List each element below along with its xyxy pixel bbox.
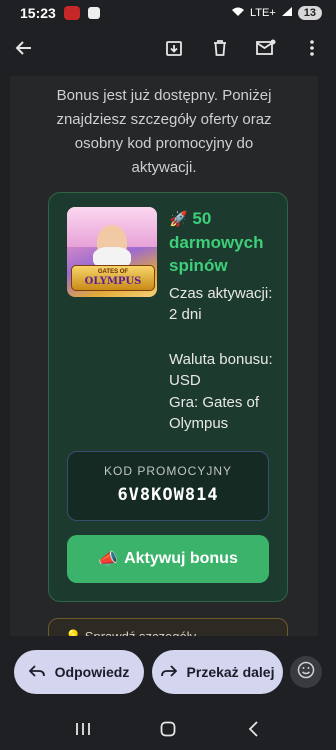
battery-indicator: 13: [297, 6, 322, 20]
promo-code[interactable]: 6V8KOW814: [68, 485, 268, 505]
home-icon[interactable]: [153, 714, 183, 744]
megaphone-icon: 📣: [98, 551, 119, 568]
archive-icon[interactable]: [160, 34, 188, 62]
rocket-icon: 🚀: [169, 211, 188, 228]
promo-label: KOD PROMOCYJNY: [103, 464, 232, 478]
status-bar: 15:23 LTE+ 13: [0, 0, 336, 26]
smiley-icon: [297, 661, 315, 684]
intro-text: Bonus jest już dostępny. Poniżej znajdzi…: [56, 87, 272, 176]
network-label: LTE+: [249, 7, 276, 19]
game-logo: GATES OF OLYMPUS: [71, 265, 155, 291]
forward-label: Przekaż dalej: [186, 664, 275, 680]
more-options-icon[interactable]: [298, 34, 326, 62]
reply-action-bar: Odpowiedz Przekaż dalej: [0, 638, 336, 708]
system-nav-bar: [0, 708, 336, 750]
signal-icon: [281, 6, 293, 20]
bonus-currency: Waluta bonusu: USD: [169, 351, 273, 389]
back-arrow-icon[interactable]: [10, 34, 38, 62]
forward-button[interactable]: Przekaż dalej: [152, 650, 283, 694]
android-notification-icon: [87, 7, 100, 19]
activate-bonus-label: Aktywuj bonus: [124, 550, 238, 567]
status-time: 15:23: [20, 5, 56, 21]
recent-apps-icon[interactable]: [68, 714, 98, 744]
emoji-reaction-button[interactable]: [290, 656, 322, 688]
forward-icon: [160, 664, 177, 681]
activate-bonus-button[interactable]: 📣 Aktywuj bonus: [67, 535, 269, 583]
offer-card: GATES OF OLYMPUS 🚀 50 darmowych spinów C…: [48, 192, 288, 602]
reply-button[interactable]: Odpowiedz: [14, 650, 144, 694]
game-name: Gra: Gates of Olympus: [169, 394, 260, 432]
activation-time: Czas aktywacji: 2 dni: [169, 285, 273, 323]
opera-notification-icon: [63, 6, 80, 20]
email-body: Bonus jest już dostępny. Poniżej znajdzi…: [10, 76, 318, 636]
email-toolbar: [0, 26, 336, 70]
promo-code-box[interactable]: KOD PROMOCYJNY 6V8KOW814: [67, 451, 269, 521]
wifi-icon: [231, 6, 245, 20]
offer-title: 🚀 50 darmowych spinów: [169, 209, 264, 275]
mark-unread-icon[interactable]: [252, 34, 280, 62]
delete-icon[interactable]: [206, 34, 234, 62]
back-icon[interactable]: [238, 714, 268, 744]
reply-label: Odpowiedz: [54, 664, 130, 680]
next-info-card: 💡 Sprawdź szczegóły...: [48, 618, 288, 636]
reply-icon: [28, 664, 45, 681]
game-thumbnail[interactable]: GATES OF OLYMPUS: [67, 207, 157, 297]
